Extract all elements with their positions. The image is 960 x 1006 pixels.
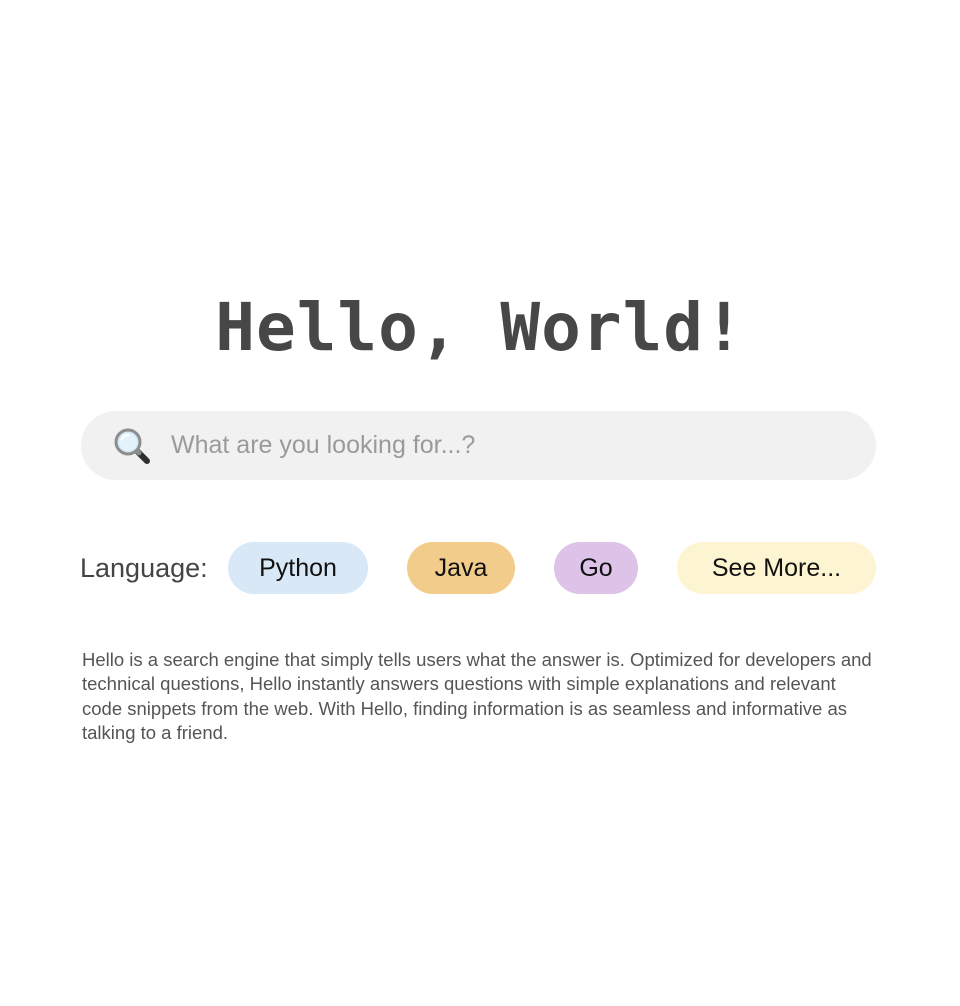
search-input[interactable] bbox=[171, 431, 811, 460]
description-text: Hello is a search engine that simply tel… bbox=[82, 648, 872, 744]
language-label: Language: bbox=[80, 553, 208, 583]
language-pill-python[interactable]: Python bbox=[228, 542, 368, 594]
see-more-button[interactable]: See More... bbox=[677, 542, 876, 594]
search-bar[interactable] bbox=[81, 411, 876, 480]
language-pill-java[interactable]: Java bbox=[407, 542, 515, 594]
language-filter: Language: Python Java Go See More... bbox=[80, 542, 880, 594]
language-pill-go[interactable]: Go bbox=[554, 542, 638, 594]
magnifying-glass-icon bbox=[113, 427, 151, 465]
page-title: Hello, World! bbox=[215, 289, 745, 366]
